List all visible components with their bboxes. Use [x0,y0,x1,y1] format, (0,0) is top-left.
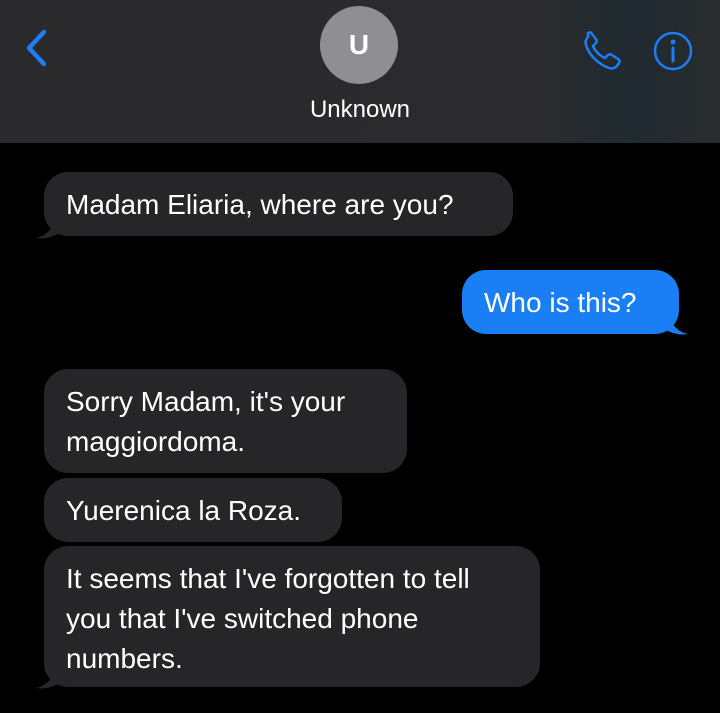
contact-avatar[interactable]: U [320,6,398,84]
message-text: It seems that I've forgotten to tell you… [66,563,470,674]
message-bubble-incoming[interactable]: Yuerenica la Roza. [44,478,342,542]
call-button[interactable] [580,30,626,74]
info-button[interactable] [652,30,694,72]
message-bubble-incoming[interactable]: Sorry Madam, it's your maggiordoma. [44,369,407,473]
back-button[interactable] [20,26,56,70]
info-icon [653,31,693,71]
phone-icon [584,31,621,70]
conversation-header: U Unknown [0,0,720,143]
message-text: Who is this? [484,287,637,318]
message-bubble-incoming[interactable]: Madam Eliaria, where are you? [44,172,513,236]
message-text: Sorry Madam, it's your maggiordoma. [66,386,346,457]
message-text: Yuerenica la Roza. [66,495,302,526]
message-bubble-incoming[interactable]: It seems that I've forgotten to tell you… [44,546,540,687]
contact-name[interactable]: Unknown [0,96,720,124]
message-bubble-outgoing[interactable]: Who is this? [462,270,679,334]
chevron-left-icon [26,29,47,67]
message-text: Madam Eliaria, where are you? [66,189,454,220]
avatar-initial: U [348,29,370,60]
